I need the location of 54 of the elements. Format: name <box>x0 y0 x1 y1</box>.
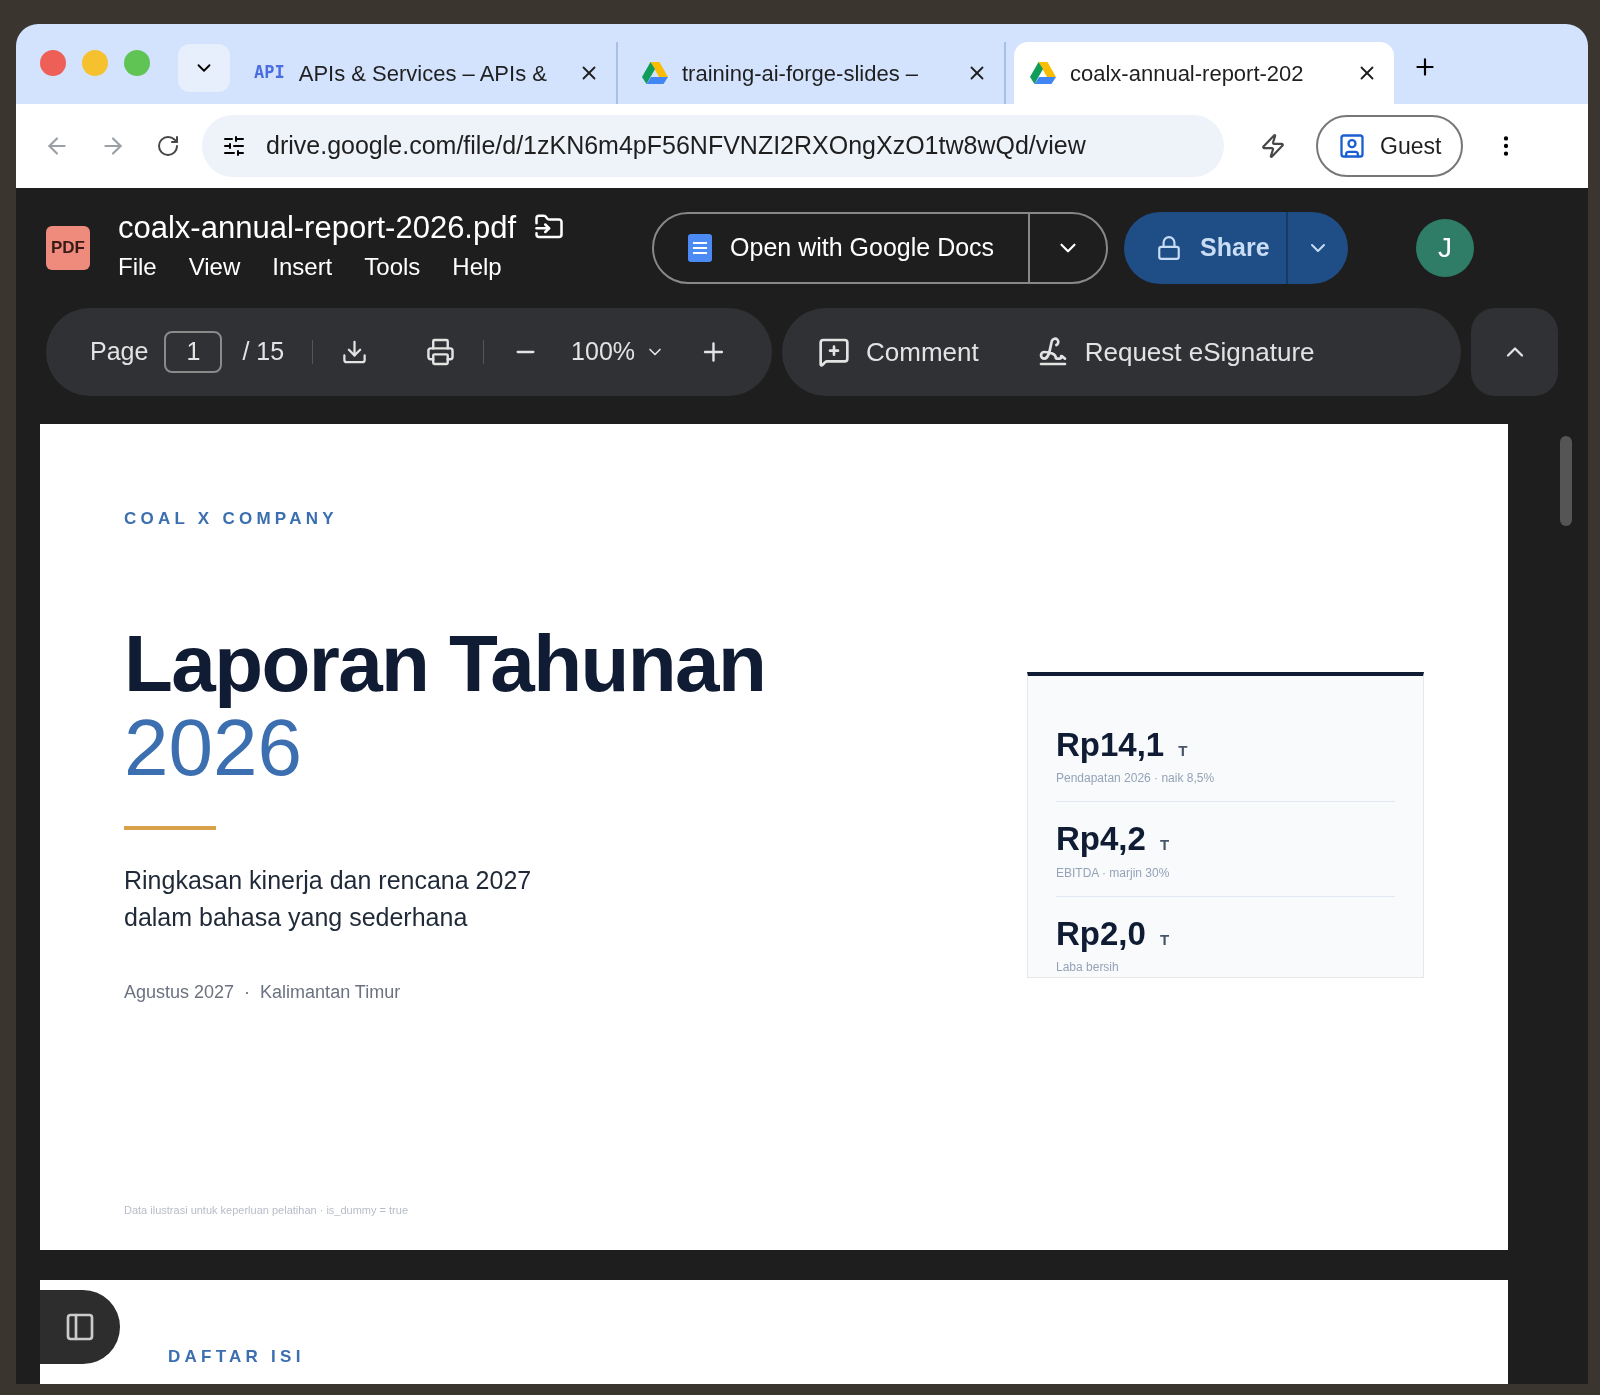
stat-unit: T <box>1159 929 1170 950</box>
request-esignature-button[interactable]: Request eSignature <box>1036 332 1315 372</box>
drive-logo-icon <box>1030 62 1056 84</box>
close-window-icon[interactable] <box>40 50 66 76</box>
tab-title: training-ai-forge-slides – <box>682 59 919 88</box>
separator-dot: · <box>244 980 251 1004</box>
add-comment-icon <box>818 336 850 368</box>
menu-item[interactable]: Tools <box>364 248 421 285</box>
section-eyebrow: DAFTAR ISI <box>168 1346 305 1368</box>
report-subtitle: Ringkasan kinerja dan rencana 2027 dalam bahasa yang sederhana <box>124 864 533 933</box>
share-button[interactable]: Share <box>1124 212 1288 284</box>
footnote: Data ilustrasi untuk keperluan pelatihan · is_dummy = true <box>124 1202 408 1218</box>
stat-caption: Pendapatan 2026 · naik 8,5% <box>1056 770 1216 787</box>
stat-value: Rp14,1 <box>1056 724 1165 765</box>
zoom-dropdown[interactable]: 100% <box>571 333 666 371</box>
page-label: Page <box>90 336 149 368</box>
comment-button[interactable]: Comment <box>818 332 979 372</box>
tab-title: APIs & Services – APIs & <box>298 59 548 88</box>
browser-tab[interactable]: coalx-annual-report-202 <box>1014 42 1394 104</box>
api-favicon: API <box>254 61 285 85</box>
lock-icon <box>1156 235 1183 261</box>
site-settings-icon[interactable] <box>222 134 246 158</box>
page-number-field[interactable]: 1 <box>164 331 223 373</box>
lightning-icon[interactable] <box>1260 133 1286 159</box>
tab-title: coalx-annual-report-202 <box>1070 59 1305 88</box>
report-location: Kalimantan Timur <box>260 980 401 1004</box>
download-icon[interactable] <box>341 338 369 366</box>
stat-caption: EBITDA · marjin 30% <box>1056 864 1171 882</box>
stat-unit: T <box>1178 740 1188 761</box>
address-bar[interactable]: drive.google.com/file/d/1zKN6m4pF56NFVNZI2RXOngXzO1tw8wQd/view <box>202 115 1224 177</box>
url-text: drive.google.com/file/d/1zKN6m4pF56NFVNZI2RXOngXzO1tw8wQd/view <box>266 130 1086 162</box>
menu-item[interactable]: File <box>118 248 157 285</box>
pdf-file-icon: PDF <box>46 226 90 270</box>
docs-icon <box>688 234 713 262</box>
stat-value: Rp2,0 <box>1056 913 1146 954</box>
person-icon <box>1338 132 1366 160</box>
stat-value: Rp4,2 <box>1056 819 1146 859</box>
menu-item[interactable]: Help <box>452 248 502 285</box>
file-name: coalx-annual-report-2026.pdf <box>118 211 517 243</box>
stat-caption: Laba bersih <box>1056 959 1120 976</box>
menu-item[interactable]: Insert <box>272 248 333 285</box>
drive-logo-icon <box>642 62 668 84</box>
report-title: Laporan Tahunan <box>124 621 766 706</box>
sidebar-toggle-button[interactable] <box>40 1290 120 1364</box>
sidebar-panel-icon <box>64 1311 96 1343</box>
stat-unit: T <box>1159 835 1170 855</box>
reload-icon[interactable] <box>156 134 180 158</box>
user-avatar[interactable]: J <box>1416 219 1475 277</box>
page-total: / 15 <box>242 336 285 368</box>
profile-button[interactable]: Guest <box>1316 115 1464 177</box>
report-date: Agustus 2027 <box>124 980 235 1004</box>
menu-item[interactable]: View <box>188 248 241 285</box>
print-icon[interactable] <box>426 337 456 367</box>
company-eyebrow: COAL X COMPANY <box>124 508 339 530</box>
